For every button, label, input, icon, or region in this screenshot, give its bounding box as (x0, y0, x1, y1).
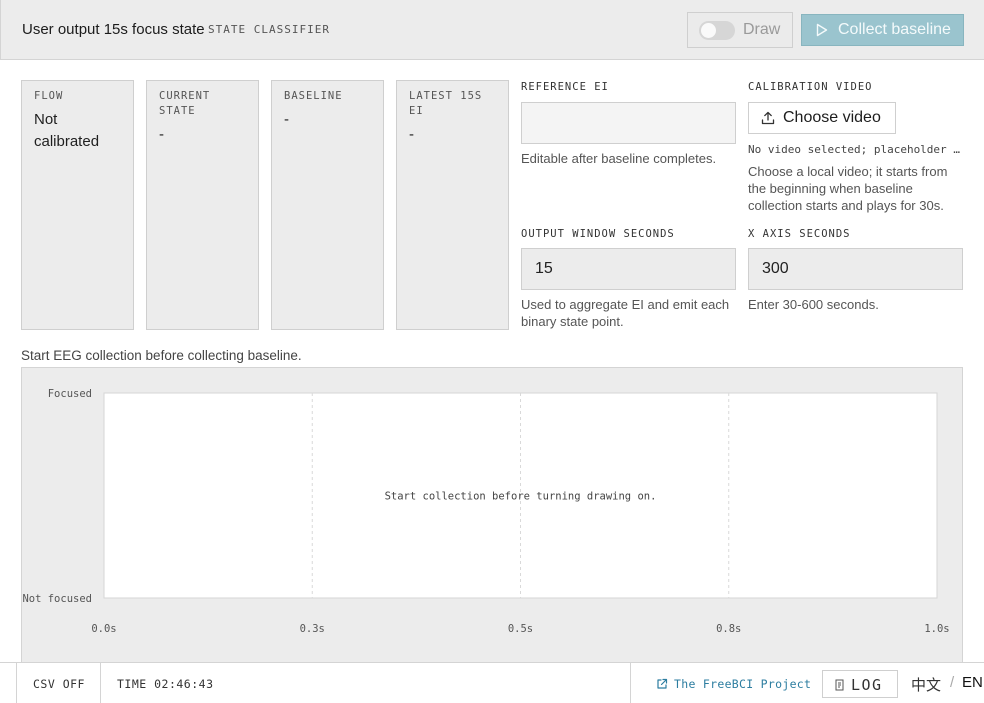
log-label: LOG (851, 676, 883, 694)
latest-ei-value: - (409, 126, 414, 143)
status-message: Start EEG collection before collecting b… (21, 348, 302, 363)
y-tick-label: Focused (48, 388, 92, 400)
document-icon (835, 679, 844, 691)
reference-ei-label: REFERENCE EI (521, 81, 609, 93)
calibration-video-label: CALIBRATION VIDEO (748, 81, 873, 93)
reference-ei-input[interactable] (521, 102, 736, 144)
csv-status: CSV OFF (33, 677, 85, 691)
baseline-card: BASELINE - (271, 80, 384, 330)
latest-ei-card: LATEST 15S EI - (396, 80, 509, 330)
latest-ei-label: LATEST 15S EI (409, 90, 483, 117)
time-cell: TIME 02:46:43 (100, 663, 631, 703)
language-separator: / (950, 674, 955, 691)
x-tick-label: 0.5s (508, 623, 533, 635)
log-button[interactable]: LOG (822, 670, 898, 698)
x-axis-seconds-help: Enter 30-600 seconds. (748, 297, 879, 312)
page-subtitle: STATE CLASSIFIER (208, 23, 330, 36)
y-tick-label: Not focused (22, 593, 92, 605)
current-state-card: CURRENT STATE - (146, 80, 259, 330)
baseline-value: - (284, 111, 289, 128)
flow-value: Not calibrated (34, 111, 100, 150)
current-state-value: - (159, 126, 164, 143)
upload-icon (761, 111, 775, 125)
collect-baseline-button[interactable]: Collect baseline (801, 14, 964, 46)
video-status: No video selected; placeholder will be s… (748, 143, 964, 156)
flow-label: FLOW (34, 90, 64, 102)
x-axis-seconds-input[interactable] (748, 248, 963, 290)
chart-empty-message: Start collection before turning drawing … (385, 491, 657, 503)
freebci-project-link[interactable]: The FreeBCI Project (656, 677, 811, 691)
x-tick-label: 0.8s (716, 623, 741, 635)
calibration-video-help: Choose a local video; it starts from the… (748, 164, 948, 213)
choose-video-label: Choose video (783, 109, 881, 126)
x-tick-label: 0.0s (91, 623, 116, 635)
choose-video-button[interactable]: Choose video (748, 102, 896, 134)
x-axis-seconds-label: X AXIS SECONDS (748, 228, 851, 240)
flow-card: FLOW Not calibrated (21, 80, 134, 330)
collect-baseline-label: Collect baseline (838, 21, 951, 38)
draw-toggle-label: Draw (743, 21, 781, 38)
reference-ei-help: Editable after baseline completes. (521, 151, 717, 166)
x-tick-label: 1.0s (924, 623, 949, 635)
draw-toggle[interactable]: Draw (687, 12, 793, 48)
toggle-switch-icon[interactable] (699, 21, 735, 40)
focus-state-chart: 0.0s 0.3s 0.5s 0.8s 1.0s Focused Not focused St… (22, 388, 949, 635)
current-state-label: CURRENT STATE (159, 90, 211, 117)
language-en[interactable]: EN (962, 674, 983, 691)
language-zh[interactable]: 中文 (911, 674, 941, 695)
play-icon (816, 23, 828, 37)
footer-bar: CSV OFF TIME 02:46:43 The FreeBCI Projec… (0, 662, 984, 703)
csv-status-cell: CSV OFF (16, 663, 101, 703)
x-tick-label: 0.3s (300, 623, 325, 635)
output-window-help: Used to aggregate EI and emit each binar… (521, 297, 730, 329)
external-link-icon (657, 678, 668, 689)
output-window-label: OUTPUT WINDOW SECONDS (521, 228, 675, 240)
chart-panel: 0.0s 0.3s 0.5s 0.8s 1.0s Focused Not focused St… (21, 367, 963, 663)
footer-divider (630, 663, 631, 703)
output-window-input[interactable] (521, 248, 736, 290)
header-bar: User output 15s focus state STATE CLASSI… (0, 0, 984, 60)
clock-time: TIME 02:46:43 (117, 677, 214, 691)
page-title: User output 15s focus state (22, 21, 205, 38)
baseline-label: BASELINE (284, 90, 343, 102)
freebci-project-label: The FreeBCI Project (674, 677, 812, 691)
